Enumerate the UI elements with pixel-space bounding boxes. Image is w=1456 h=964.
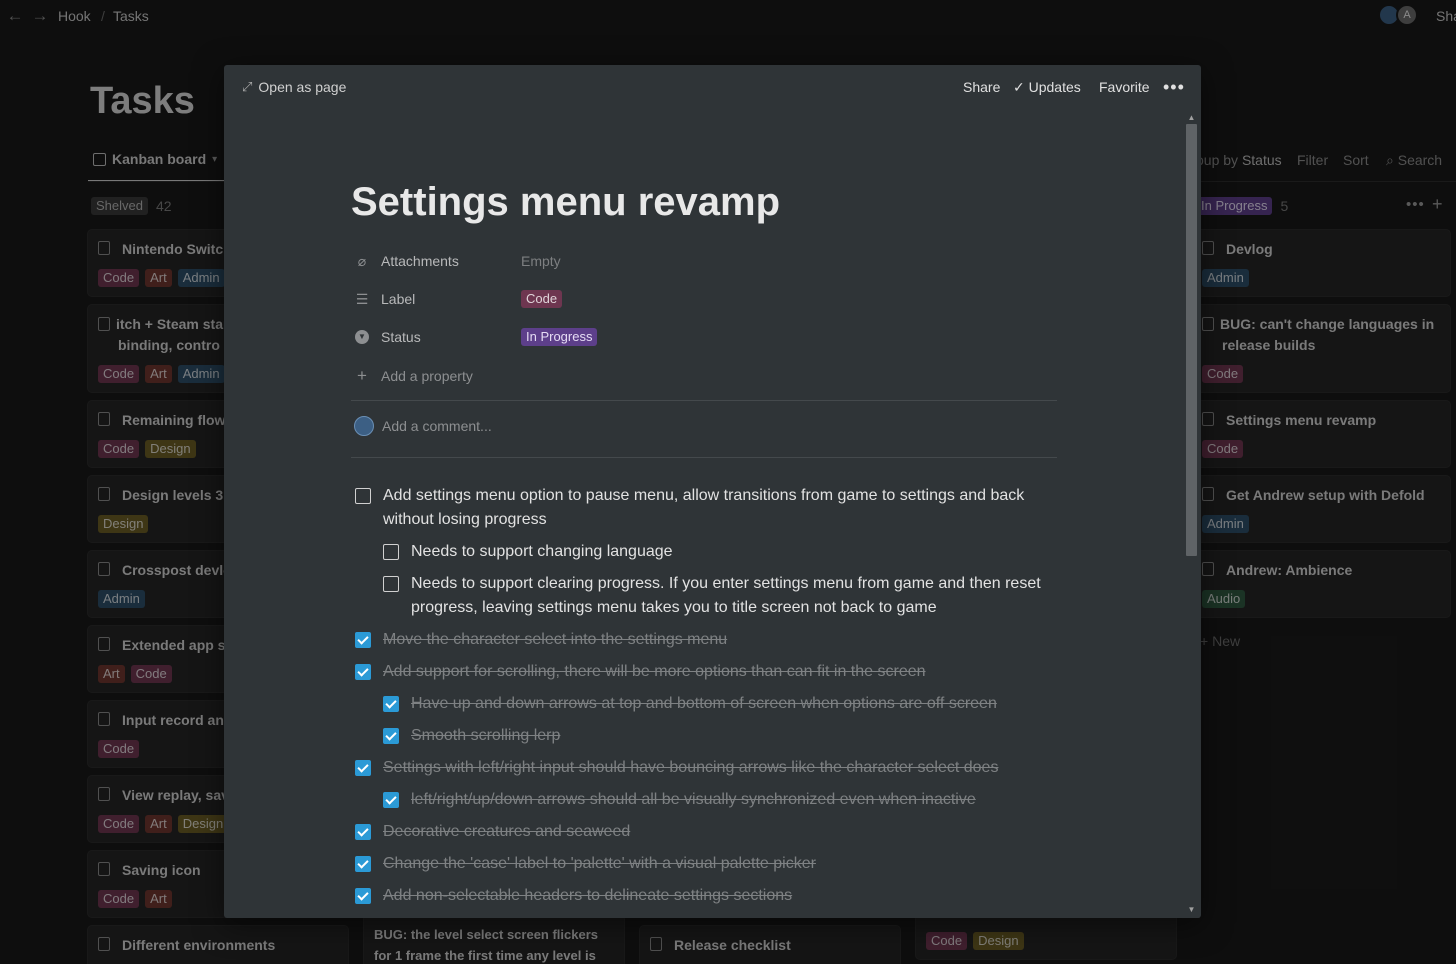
- todo-text[interactable]: Needs to support clearing progress. If y…: [411, 572, 1063, 620]
- plus-icon: +: [357, 366, 367, 385]
- todo-text[interactable]: Needs to support changing language: [411, 540, 673, 564]
- updates-label: Updates: [1028, 79, 1081, 95]
- checkbox[interactable]: [383, 728, 399, 744]
- checkbox[interactable]: [355, 760, 371, 776]
- checkbox[interactable]: [355, 824, 371, 840]
- task-title[interactable]: Settings menu revamp: [351, 180, 780, 225]
- todo-text[interactable]: Change the 'case' label to 'palette' wit…: [383, 852, 816, 876]
- todo-text[interactable]: Add non-selectable headers to delineate …: [383, 884, 792, 908]
- property-name: Status: [381, 329, 421, 345]
- checkbox[interactable]: [355, 888, 371, 904]
- property-value[interactable]: In Progress: [521, 328, 598, 346]
- todo-item[interactable]: Needs to support clearing progress. If y…: [383, 572, 1063, 620]
- open-as-page-button[interactable]: ⤢ Open as page: [242, 79, 346, 95]
- checkbox[interactable]: [355, 488, 371, 504]
- modal-scrollbar[interactable]: ▲ ▼: [1183, 110, 1200, 918]
- todo-text[interactable]: Have up and down arrows at top and botto…: [411, 692, 997, 716]
- property-label[interactable]: ☰ Label Code: [354, 287, 1054, 311]
- add-property-label: Add a property: [381, 368, 473, 384]
- todo-item[interactable]: Settings with left/right input should ha…: [355, 756, 1075, 780]
- todo-text[interactable]: Move the character select into the setti…: [383, 628, 727, 652]
- favorite-button[interactable]: Favorite: [1099, 79, 1150, 95]
- updates-button[interactable]: ✓ Updates: [1013, 79, 1081, 96]
- scroll-thumb[interactable]: [1186, 124, 1197, 556]
- expand-icon: ⤢: [242, 79, 253, 94]
- todo-text[interactable]: Smooth scrolling lerp: [411, 724, 560, 748]
- todo-text[interactable]: Add support for scrolling, there will be…: [383, 660, 926, 684]
- todo-item[interactable]: Decorative creatures and seaweed: [355, 820, 1055, 844]
- todo-item[interactable]: Needs to support changing language: [383, 540, 1063, 564]
- todo-item[interactable]: Move the character select into the setti…: [355, 628, 1055, 652]
- todo-text[interactable]: Decorative creatures and seaweed: [383, 820, 630, 844]
- property-status[interactable]: ▼ Status In Progress: [354, 325, 1054, 349]
- todo-item[interactable]: Add support for scrolling, there will be…: [355, 660, 1055, 684]
- property-value[interactable]: Empty: [521, 253, 561, 269]
- todo-item[interactable]: Have up and down arrows at top and botto…: [383, 692, 1083, 716]
- property-name: Label: [381, 291, 416, 307]
- todo-text[interactable]: Settings with left/right input should ha…: [383, 756, 998, 780]
- property-value[interactable]: Code: [521, 290, 563, 308]
- checkbox[interactable]: [383, 792, 399, 808]
- open-as-page-label: Open as page: [258, 79, 347, 95]
- share-button[interactable]: Share: [963, 79, 1000, 95]
- scroll-down-arrow-icon[interactable]: ▼: [1186, 905, 1197, 914]
- divider: [351, 457, 1057, 458]
- scroll-up-arrow-icon[interactable]: ▲: [1186, 113, 1197, 122]
- checkbox[interactable]: [383, 544, 399, 560]
- checkbox[interactable]: [355, 664, 371, 680]
- todo-item[interactable]: Add settings menu option to pause menu, …: [355, 484, 1035, 532]
- tag-code: Code: [521, 290, 563, 308]
- property-attachments[interactable]: ⌀ Attachments Empty: [354, 249, 1054, 273]
- task-modal: ⤢ Open as page Share ✓ Updates Favorite …: [224, 65, 1201, 918]
- checkbox[interactable]: [383, 696, 399, 712]
- todo-text[interactable]: Add settings menu option to pause menu, …: [383, 484, 1035, 532]
- checkbox[interactable]: [355, 856, 371, 872]
- paperclip-icon: ⌀: [357, 252, 367, 269]
- property-name: Attachments: [381, 253, 459, 269]
- add-property-button[interactable]: + Add a property: [354, 364, 1054, 388]
- todo-text[interactable]: left/right/up/down arrows should all be …: [411, 788, 976, 812]
- checkbox[interactable]: [355, 632, 371, 648]
- comment-placeholder: Add a comment...: [382, 418, 492, 434]
- todo-item[interactable]: Change the 'case' label to 'palette' wit…: [355, 852, 1055, 876]
- checkbox[interactable]: [383, 576, 399, 592]
- todo-item[interactable]: Add non-selectable headers to delineate …: [355, 884, 1055, 908]
- comment-input[interactable]: Add a comment...: [354, 416, 492, 436]
- status-icon: ▼: [354, 329, 370, 345]
- check-icon: ✓: [1013, 79, 1025, 95]
- avatar: [354, 416, 374, 436]
- status-badge: In Progress: [521, 328, 598, 346]
- todo-item[interactable]: left/right/up/down arrows should all be …: [383, 788, 1083, 812]
- divider: [351, 400, 1057, 401]
- todo-item[interactable]: Smooth scrolling lerp: [383, 724, 1083, 748]
- more-options-icon[interactable]: •••: [1163, 77, 1185, 98]
- list-icon: ☰: [355, 290, 369, 307]
